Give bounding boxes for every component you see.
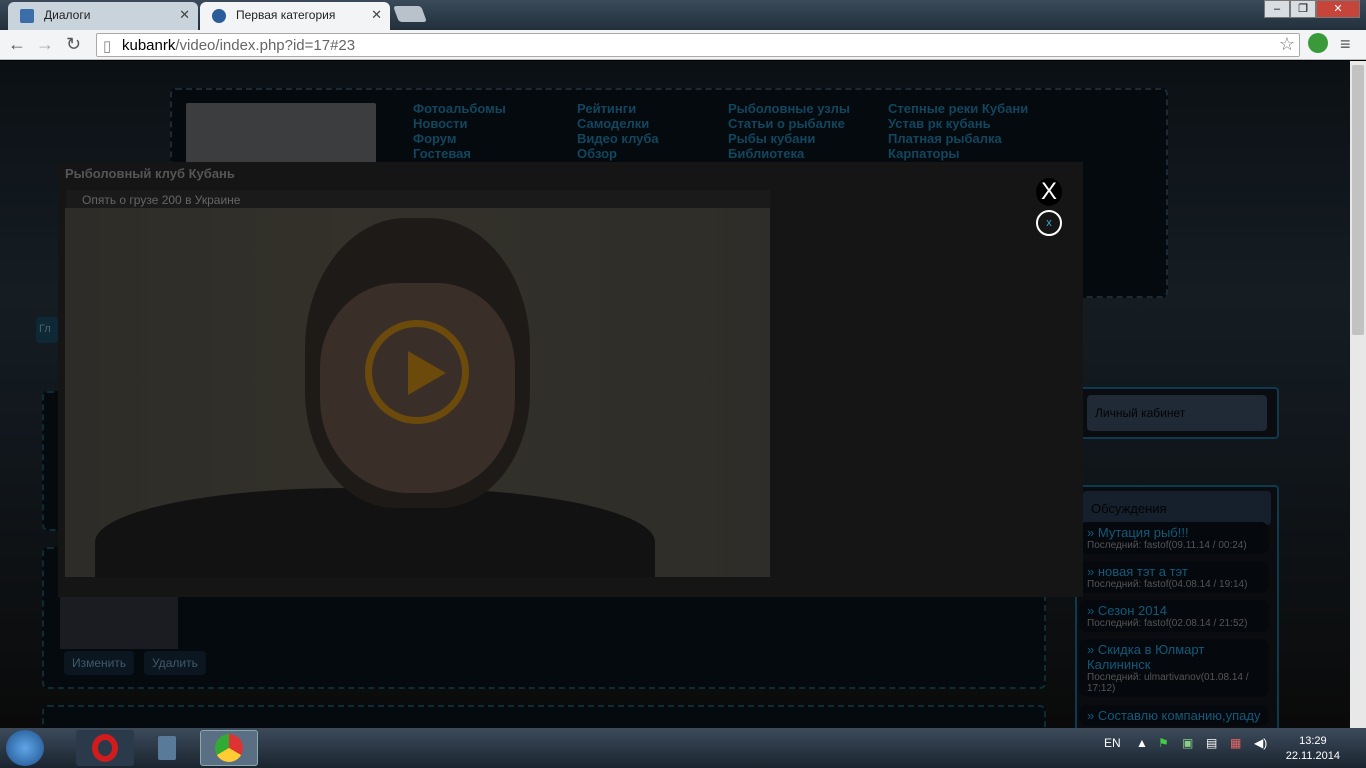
minimize-button[interactable]: – (1264, 0, 1290, 18)
video-title: Опять о грузе 200 в Украине (66, 190, 770, 208)
network-icon[interactable]: ▦ (1230, 736, 1241, 750)
menu-link[interactable]: Рейтинги (577, 101, 659, 116)
menu-link[interactable]: Рыболовные узлы (728, 101, 850, 116)
new-tab-button[interactable] (393, 6, 427, 22)
opera-taskbar-button[interactable] (76, 730, 134, 766)
menu-column: Степные реки Кубани Устав рк кубань Платна… (888, 101, 1028, 161)
play-icon[interactable] (365, 320, 469, 424)
discussion-title[interactable]: » Составлю компанию,упаду (1087, 708, 1261, 723)
menu-column: Фотоальбомы Новости Форум Гостевая (413, 101, 506, 161)
url-host: kubanrk (122, 37, 176, 54)
close-modal-button[interactable]: X (1036, 178, 1062, 206)
menu-link[interactable]: Гостевая (413, 146, 506, 161)
discussion-title[interactable]: » Мутация рыб!!! (1087, 525, 1261, 540)
close-window-button[interactable]: ✕ (1316, 0, 1360, 18)
discussion-item[interactable]: » новая тэт а тэт Последний: fastof(04.08… (1079, 561, 1269, 593)
close-tab-icon[interactable]: ✕ (179, 7, 190, 23)
menu-link[interactable]: Статьи о рыбалке (728, 116, 850, 131)
discussion-item[interactable]: » Составлю компанию,упаду (1079, 705, 1269, 726)
video-player[interactable] (65, 208, 770, 577)
video-modal: Рыболовный клуб Кубань Опять о грузе 200… (58, 162, 1083, 597)
star-icon[interactable]: ☆ (1279, 34, 1295, 55)
menu-link[interactable]: Платная рыбалка (888, 131, 1028, 146)
tab-label: Первая категория (236, 8, 336, 22)
discussion-item[interactable]: » Скидка в Юлмарт Калининск Последний: ul… (1079, 639, 1269, 697)
discussion-item[interactable]: » Сезон 2014 Последний: fastof(02.08.14 /… (1079, 600, 1269, 632)
close-tab-icon[interactable]: ✕ (371, 7, 382, 23)
chrome-taskbar-button[interactable] (200, 730, 258, 766)
forward-icon[interactable]: → (36, 34, 54, 55)
chrome-icon (215, 734, 243, 762)
menu-icon[interactable]: ≡ (1340, 34, 1351, 55)
discussion-meta: Последний: ulmartivanov(01.08.14 / 17:12… (1087, 672, 1249, 694)
device-icon[interactable]: ▤ (1206, 736, 1217, 750)
site-icon (212, 9, 226, 23)
content-block (42, 705, 1046, 728)
home-tab[interactable]: Гл (36, 317, 58, 343)
app-taskbar-button[interactable] (138, 730, 196, 766)
menu-column: Рыболовные узлы Статьи о рыбалке Рыбы куба… (728, 101, 850, 161)
menu-link[interactable]: Форум (413, 131, 506, 146)
discussion-meta: Последний: fastof(09.11.14 / 00:24) (1087, 540, 1247, 551)
tab-bar: Диалоги ✕ Первая категория ✕ – ❐ ✕ (0, 0, 1366, 30)
menu-link[interactable]: Библиотека (728, 146, 850, 161)
back-icon[interactable]: ← (8, 34, 26, 55)
address-bar[interactable]: ▯ kubanrk/video/index.php?id=17#23 ☆ (96, 33, 1300, 57)
tab-dialogs[interactable]: Диалоги ✕ (8, 2, 198, 30)
discussion-meta: Последний: fastof(02.08.14 / 21:52) (1087, 618, 1248, 629)
discussion-title[interactable]: » Сезон 2014 (1087, 603, 1261, 618)
discussion-meta: Последний: fastof(04.08.14 / 19:14) (1087, 579, 1248, 590)
date: 22.11.2014 (1285, 750, 1340, 762)
page-scrollbar[interactable] (1350, 61, 1366, 728)
menu-link[interactable]: Самоделки (577, 116, 659, 131)
personal-cabinet-box: Личный кабинет (1075, 387, 1279, 439)
menu-link[interactable]: Степные реки Кубани (888, 101, 1028, 116)
menu-link[interactable]: Видео клуба (577, 131, 659, 146)
menu-link[interactable]: Фотоальбомы (413, 101, 506, 116)
browser-toolbar: ← → ↻ ▯ kubanrk/video/index.php?id=17#23 ☆… (0, 30, 1366, 60)
close-circle-button[interactable]: x (1036, 210, 1062, 236)
tab-active[interactable]: Первая категория ✕ (200, 2, 390, 30)
discussions-title: Обсуждения (1083, 491, 1271, 525)
shield-icon (158, 736, 176, 760)
taskbar: EN ▲ ⚑ ▣ ▤ ▦ ◀) 13:29 22.11.2014 (0, 728, 1366, 768)
menu-link[interactable]: Обзор (577, 146, 659, 161)
menu-link[interactable]: Карпаторы (888, 146, 1028, 161)
opera-icon (92, 734, 118, 762)
menu-link[interactable]: Устав рк кубань (888, 116, 1028, 131)
page-icon: ▯ (103, 38, 112, 55)
tab-label: Диалоги (44, 8, 91, 22)
delete-button[interactable]: Удалить (144, 651, 206, 675)
menu-link[interactable]: Рыбы кубани (728, 131, 850, 146)
edit-button[interactable]: Изменить (64, 651, 135, 675)
clock[interactable]: 13:29 22.11.2014 (1286, 734, 1340, 764)
flag-icon[interactable]: ⚑ (1158, 736, 1169, 750)
extension-icon[interactable] (1308, 33, 1328, 53)
monitor-icon[interactable]: ▣ (1182, 736, 1193, 750)
time: 13:29 (1299, 735, 1327, 747)
dialog-icon (20, 9, 34, 23)
modal-title: Рыболовный клуб Кубань (65, 166, 235, 181)
discussion-item[interactable]: » Мутация рыб!!! Последний: fastof(09.11.… (1079, 522, 1269, 554)
language-indicator[interactable]: EN (1104, 736, 1121, 750)
scrollbar-thumb[interactable] (1352, 65, 1364, 335)
reload-icon[interactable]: ↻ (66, 34, 81, 55)
maximize-button[interactable]: ❐ (1290, 0, 1316, 18)
menu-column: Рейтинги Самоделки Видео клуба Обзор (577, 101, 659, 161)
volume-icon[interactable]: ◀) (1254, 736, 1267, 750)
show-hidden-icons[interactable]: ▲ (1136, 736, 1148, 750)
personal-cabinet-link[interactable]: Личный кабинет (1087, 395, 1267, 431)
discussion-title[interactable]: » Скидка в Юлмарт Калининск (1087, 642, 1261, 672)
url-path: /video/index.php?id=17#23 (175, 37, 356, 54)
start-button[interactable] (6, 730, 44, 766)
menu-link[interactable]: Новости (413, 116, 506, 131)
discussion-title[interactable]: » новая тэт а тэт (1087, 564, 1261, 579)
